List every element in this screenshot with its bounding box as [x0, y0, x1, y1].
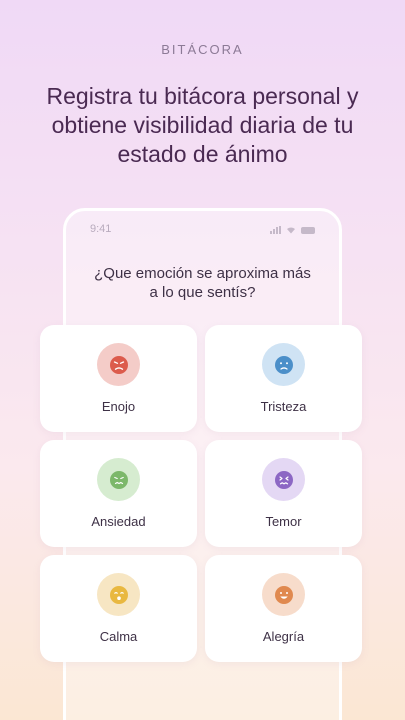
battery-icon	[301, 226, 315, 234]
headline: Registra tu bitácora personal y obtiene …	[46, 83, 359, 167]
emotion-question: ¿Que emoción se aproxima más a lo que se…	[94, 265, 311, 301]
anxious-face-icon	[109, 470, 128, 489]
emotion-card-temor[interactable]: Temor	[205, 440, 362, 547]
card-label: Temor	[265, 514, 302, 529]
emotion-card-tristeza[interactable]: Tristeza	[205, 325, 362, 432]
happy-face-icon	[274, 585, 293, 604]
face-ring	[262, 343, 305, 386]
face-ring	[262, 458, 305, 501]
status-time: 9:41	[90, 223, 112, 235]
emotion-card-alegria[interactable]: Alegría	[205, 555, 362, 662]
emotion-card-enojo[interactable]: Enojo	[40, 325, 197, 432]
status-icons	[270, 225, 320, 235]
card-label: Enojo	[101, 399, 136, 414]
eyebrow-label: BITÁCORA	[161, 42, 244, 57]
face-ring	[262, 573, 305, 616]
face-ring	[97, 343, 140, 386]
emotion-card-ansiedad[interactable]: Ansiedad	[40, 440, 197, 547]
calm-face-icon	[109, 585, 128, 604]
angry-face-icon	[109, 355, 128, 374]
signal-icon	[270, 226, 281, 234]
card-label: Tristeza	[260, 399, 307, 414]
emotion-card-calma[interactable]: Calma	[40, 555, 197, 662]
card-label: Calma	[99, 629, 138, 644]
fearful-face-icon	[274, 470, 293, 489]
wifi-icon	[287, 227, 295, 234]
card-label: Alegría	[262, 629, 305, 644]
sad-face-icon	[274, 355, 293, 374]
face-ring	[97, 458, 140, 501]
card-label: Ansiedad	[91, 514, 146, 529]
face-ring	[97, 573, 140, 616]
